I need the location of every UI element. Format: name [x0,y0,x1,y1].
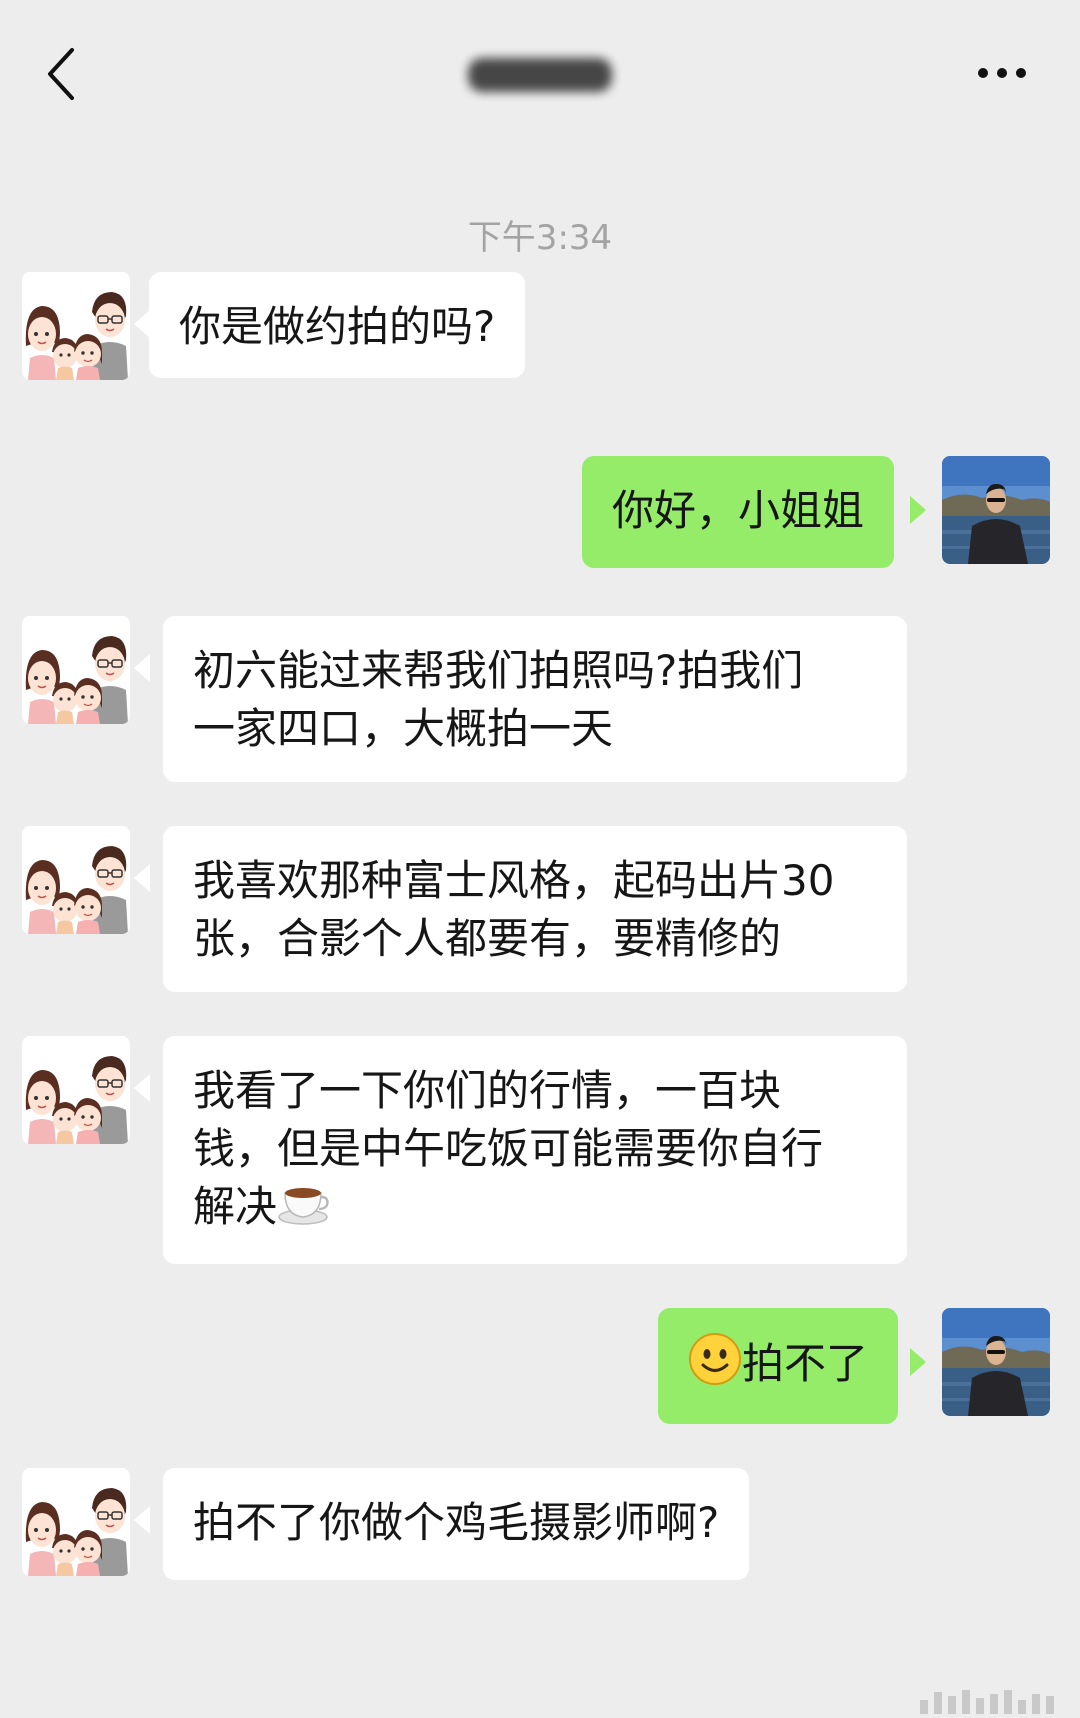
bubble-tail [910,1348,926,1376]
bubble-tail [910,496,926,524]
message-text: 你好，小姐姐 [612,486,865,535]
watermark-logo [920,1688,1070,1714]
user-avatar[interactable] [942,1308,1050,1416]
family-cartoon-avatar [22,826,130,934]
user-photo-avatar [942,1308,1050,1416]
contact-avatar[interactable] [22,826,130,934]
contact-avatar[interactable] [22,1036,130,1144]
chat-header [0,0,1080,150]
message-bubble-incoming[interactable]: 拍不了你做个鸡毛摄影师啊? [163,1468,750,1580]
message-text: 拍不了 [742,1339,869,1388]
message-bubble-outgoing[interactable]: 你好，小姐姐 [582,456,895,568]
contact-name-blurred [468,58,612,92]
message-bubble-incoming[interactable]: 你是做约拍的吗? [149,272,526,378]
message-bubble-incoming[interactable]: 我看了一下你们的行情，一百块 钱，但是中午吃饭可能需要你自行 解决 [163,1036,907,1264]
message-timestamp: 下午3:34 [467,218,613,258]
message-bubble-incoming[interactable]: 初六能过来帮我们拍照吗?拍我们 一家四口，大概拍一天 [163,616,907,782]
message-text: 你是做约拍的吗? [179,302,496,351]
message-text: 拍不了你做个鸡毛摄影师啊? [193,1498,720,1547]
smile-emoji-icon [688,1332,742,1401]
family-cartoon-avatar [22,272,130,380]
more-button[interactable] [972,60,1032,84]
message-bubble-outgoing[interactable]: 拍不了 [658,1308,899,1424]
ellipsis-dot [1016,68,1026,78]
coffee-cup-icon [277,1179,329,1240]
user-avatar[interactable] [942,456,1050,564]
message-bubble-incoming[interactable]: 我喜欢那种富士风格，起码出片30 张，合影个人都要有，要精修的 [163,826,907,992]
chevron-left-icon [48,48,74,100]
message-text: 我喜欢那种富士风格，起码出片30 张，合影个人都要有，要精修的 [193,856,835,963]
bubble-tail [134,1074,150,1102]
bubble-tail [134,654,150,682]
contact-avatar[interactable] [22,616,130,724]
bubble-tail [134,864,150,892]
back-button[interactable] [44,44,84,104]
contact-avatar[interactable] [22,1468,130,1576]
family-cartoon-avatar [22,616,130,724]
ellipsis-icon [978,68,988,78]
family-cartoon-avatar [22,1036,130,1144]
message-text: 初六能过来帮我们拍照吗?拍我们 一家四口，大概拍一天 [193,646,804,753]
contact-avatar[interactable] [22,272,130,380]
bubble-tail [134,1506,150,1534]
user-photo-avatar [942,456,1050,564]
family-cartoon-avatar [22,1468,130,1576]
ellipsis-dot [997,68,1007,78]
bubble-tail [134,310,150,338]
